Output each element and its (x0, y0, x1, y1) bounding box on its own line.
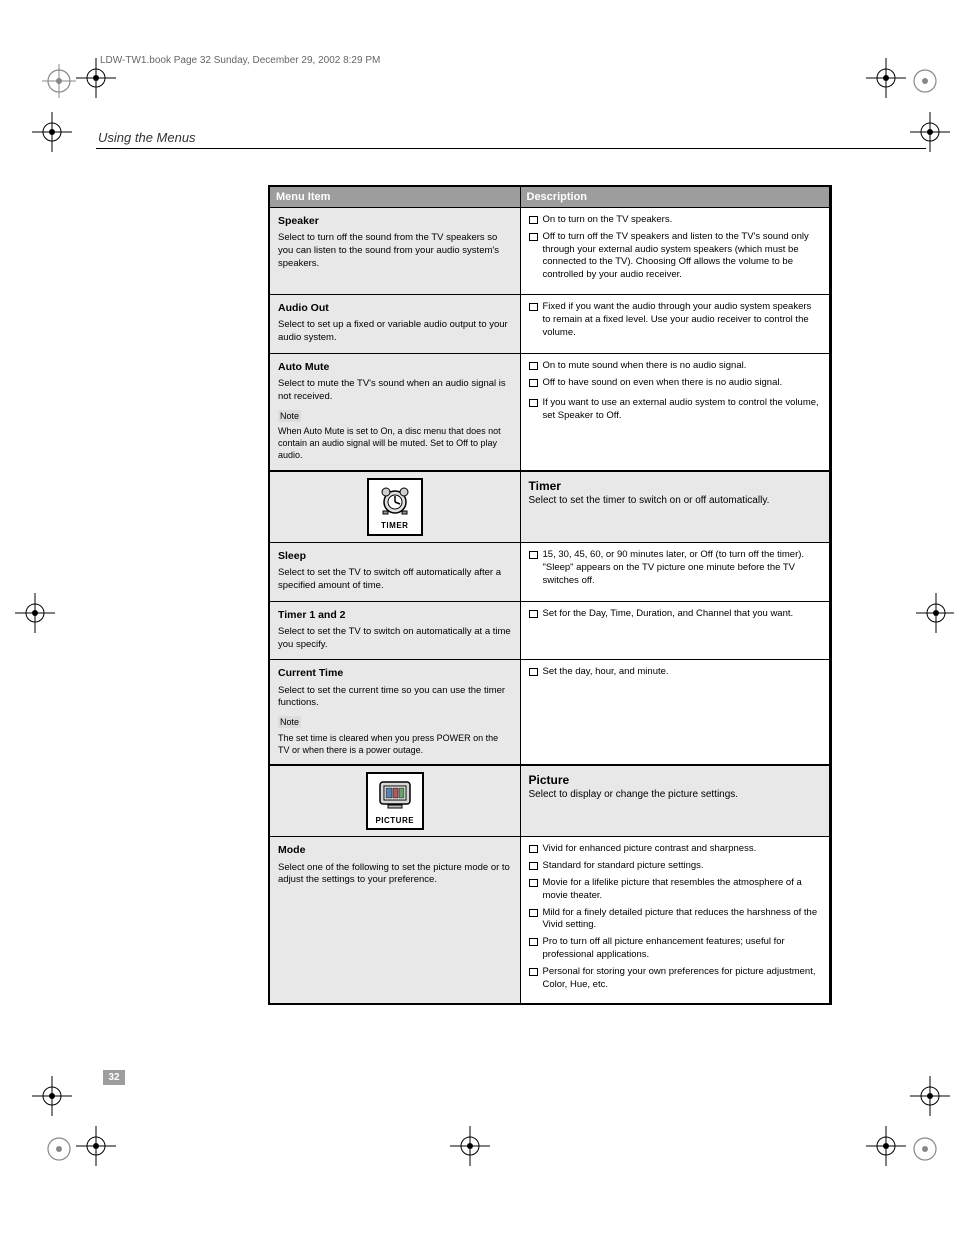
timer12-opt: Set for the Day, Time, Duration, and Cha… (529, 608, 822, 621)
sleep-title: Sleep (278, 549, 512, 563)
cell-automute-left: Auto Mute Select to mute the TV's sound … (270, 353, 520, 470)
mode-opt-movie: Movie for a lifelike picture that resemb… (529, 877, 822, 903)
mode-title: Mode (278, 843, 512, 857)
picture-title: Picture (529, 772, 822, 788)
cell-picture-icon: PICTURE (270, 765, 520, 837)
automute-title: Auto Mute (278, 360, 512, 374)
timer-title: Timer (529, 478, 822, 494)
reg-mark-tr-outer (908, 64, 942, 98)
automute-note-label: Note (278, 410, 301, 422)
cell-timer12-right: Set for the Day, Time, Duration, and Cha… (520, 601, 830, 660)
row-mode: Mode Select one of the following to set … (270, 837, 830, 1004)
reg-mark-br-inner (866, 1126, 906, 1166)
picture-icon: PICTURE (366, 772, 424, 830)
reg-mark-tr-lower (910, 112, 950, 152)
cell-mode-left: Mode Select one of the following to set … (270, 837, 520, 1004)
mode-expl: Select one of the following to set the p… (278, 862, 512, 888)
row-sleep: Sleep Select to set the TV to switch off… (270, 542, 830, 601)
row-current-time: Current Time Select to set the current t… (270, 660, 830, 765)
automute-note-body: When Auto Mute is set to On, a disc menu… (278, 425, 512, 461)
automute-expl: Select to mute the TV's sound when an au… (278, 378, 512, 404)
reg-mark-ml (15, 593, 55, 633)
speaker-title: Speaker (278, 214, 512, 228)
section-timer: TIMER Timer Select to set the timer to s… (270, 471, 830, 543)
speaker-expl: Select to turn off the sound from the TV… (278, 232, 512, 270)
timer12-expl: Select to set the TV to switch on automa… (278, 626, 512, 652)
cell-speaker-right: On to turn on the TV speakers. Off to tu… (520, 208, 830, 295)
cell-speaker-left: Speaker Select to turn off the sound fro… (270, 208, 520, 295)
cell-audioout-right: Fixed if you want the audio through your… (520, 295, 830, 354)
reg-mark-bl-upper (32, 1076, 72, 1116)
header-date: LDW-TW1.book Page 32 Sunday, December 29… (100, 55, 380, 66)
header-rule (96, 148, 926, 149)
cell-timer-title: Timer Select to set the timer to switch … (520, 471, 830, 543)
col-menu-item: Menu Item (270, 187, 520, 208)
cell-automute-right: On to mute sound when there is no audio … (520, 353, 830, 470)
mode-opt-personal: Personal for storing your own preference… (529, 966, 822, 992)
timer-sub: Select to set the timer to switch on or … (529, 494, 822, 508)
picture-sub: Select to display or change the picture … (529, 788, 822, 802)
page-number: 32 (103, 1070, 125, 1085)
cell-picture-title: Picture Select to display or change the … (520, 765, 830, 837)
audioout-opt-fixed: Fixed if you want the audio through your… (529, 301, 822, 339)
automute-opt-off: Off to have sound on even when there is … (529, 377, 822, 390)
row-audio-out: Audio Out Select to set up a fixed or va… (270, 295, 830, 354)
mode-opt-mild: Mild for a finely detailed picture that … (529, 907, 822, 933)
reg-mark-bl-inner (76, 1126, 116, 1166)
reg-mark-br-upper (910, 1076, 950, 1116)
row-auto-mute: Auto Mute Select to mute the TV's sound … (270, 353, 830, 470)
audioout-title: Audio Out (278, 301, 512, 315)
cell-curtime-right: Set the day, hour, and minute. (520, 660, 830, 765)
menu-table: Menu Item Description Speaker Select to … (268, 185, 832, 1005)
cell-timer-icon: TIMER (270, 471, 520, 543)
cell-timer12-left: Timer 1 and 2 Select to set the TV to sw… (270, 601, 520, 660)
cell-curtime-left: Current Time Select to set the current t… (270, 660, 520, 765)
picture-icon-caption: PICTURE (374, 816, 416, 827)
mode-opt-standard: Standard for standard picture settings. (529, 860, 822, 873)
cell-sleep-left: Sleep Select to set the TV to switch off… (270, 542, 520, 601)
mode-opt-vivid: Vivid for enhanced picture contrast and … (529, 843, 822, 856)
curtime-title: Current Time (278, 666, 512, 680)
speaker-opt-on: On to turn on the TV speakers. (529, 214, 822, 227)
timer-icon: TIMER (367, 478, 423, 536)
reg-mark-mr (916, 593, 954, 633)
sleep-expl: Select to set the TV to switch off autom… (278, 567, 512, 593)
reg-mark-tl-outer (42, 64, 76, 98)
mode-opt-pro: Pro to turn off all picture enhancement … (529, 936, 822, 962)
curtime-expl: Select to set the current time so you ca… (278, 685, 512, 711)
timer-icon-caption: TIMER (375, 521, 415, 532)
reg-mark-br-outer (908, 1132, 942, 1166)
cell-audioout-left: Audio Out Select to set up a fixed or va… (270, 295, 520, 354)
cell-sleep-right: 15, 30, 45, 60, or 90 minutes later, or … (520, 542, 830, 601)
timer12-title: Timer 1 and 2 (278, 608, 512, 622)
reg-mark-tr-inner (866, 58, 906, 98)
reg-mark-bc (450, 1126, 490, 1166)
row-speaker: Speaker Select to turn off the sound fro… (270, 208, 830, 295)
row-timer12: Timer 1 and 2 Select to set the TV to sw… (270, 601, 830, 660)
cell-mode-right: Vivid for enhanced picture contrast and … (520, 837, 830, 1004)
automute-opt-on: On to mute sound when there is no audio … (529, 360, 822, 373)
speaker-opt-off: Off to turn off the TV speakers and list… (529, 231, 822, 282)
sleep-opt: 15, 30, 45, 60, or 90 minutes later, or … (529, 549, 822, 587)
curtime-note-label: Note (278, 716, 301, 728)
curtime-note-body: The set time is cleared when you press P… (278, 732, 512, 756)
automute-opt-ext: If you want to use an external audio sys… (529, 397, 822, 423)
reg-mark-tl-lower (32, 112, 72, 152)
audioout-expl: Select to set up a fixed or variable aud… (278, 319, 512, 345)
col-description: Description (520, 187, 830, 208)
curtime-opt: Set the day, hour, and minute. (529, 666, 822, 679)
reg-mark-bl-outer (42, 1132, 76, 1166)
section-picture: PICTURE Picture Select to display or cha… (270, 765, 830, 837)
running-head: Using the Menus (98, 130, 196, 145)
